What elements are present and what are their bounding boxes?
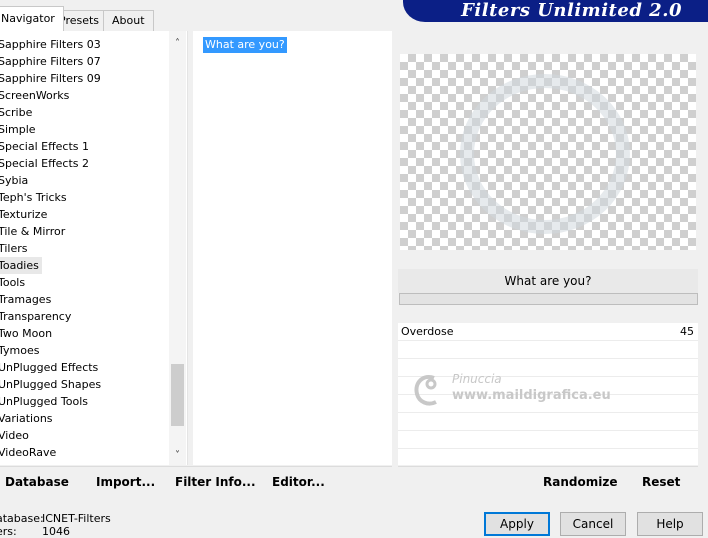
database-button[interactable]: Database — [5, 475, 69, 489]
category-list-item[interactable]: Variations — [0, 410, 168, 427]
preview-image — [400, 54, 696, 250]
scroll-thumb[interactable] — [171, 364, 184, 426]
filters-count-label: ers: — [0, 525, 17, 538]
tab-about[interactable]: About — [103, 10, 154, 31]
param-row-empty — [398, 431, 698, 449]
database-label: atabase: — [0, 512, 44, 525]
category-list-item[interactable]: Tilers — [0, 240, 168, 257]
param-label: Overdose — [401, 325, 454, 338]
database-value: ICNET-Filters — [42, 512, 111, 525]
category-list-item[interactable]: Simple — [0, 121, 168, 138]
category-list-item[interactable]: Toadies — [0, 257, 42, 274]
randomize-button[interactable]: Randomize — [543, 475, 617, 489]
category-list[interactable]: Sapphire Filters 03 Sapphire Filters 07 Sa… — [0, 31, 188, 465]
reset-button[interactable]: Reset — [642, 475, 680, 489]
category-list-item[interactable]: Texturize — [0, 206, 168, 223]
filter-progress-bar — [399, 293, 698, 305]
category-list-item[interactable]: Sybia — [0, 172, 168, 189]
param-row-overdose[interactable]: Overdose 45 — [398, 323, 698, 341]
preview-toolbar: Randomize Reset — [398, 466, 698, 495]
category-list-item[interactable]: Tymoes — [0, 342, 168, 359]
category-list-item[interactable]: Scribe — [0, 104, 168, 121]
category-list-scrollbar[interactable]: ˄ ˅ — [169, 31, 186, 465]
category-list-item[interactable]: Teph's Tricks — [0, 189, 168, 206]
filter-name-area: What are you? — [398, 269, 698, 293]
preview-content — [460, 74, 630, 234]
category-list-item[interactable]: UnPlugged Shapes — [0, 376, 168, 393]
param-row-empty — [398, 449, 698, 467]
cancel-button[interactable]: Cancel — [560, 512, 626, 536]
param-value: 45 — [680, 325, 694, 338]
filter-list[interactable]: What are you? — [193, 31, 392, 465]
watermark-title: Pinuccia — [452, 372, 502, 386]
category-list-item[interactable]: Sapphire Filters 03 — [0, 36, 168, 53]
navigator-toolbar: Database Import... Filter Info... Editor… — [0, 466, 392, 495]
banner-title: Filters Unlimited 2.0 — [461, 0, 682, 21]
filter-list-item-selected[interactable]: What are you? — [203, 37, 287, 53]
category-list-item[interactable]: Sapphire Filters 07 — [0, 53, 168, 70]
tab-presets-label: Presets — [59, 14, 100, 27]
tab-navigator[interactable]: Navigator — [0, 6, 64, 31]
watermark-logo-icon — [414, 375, 437, 406]
tab-navigator-label: Navigator — [1, 12, 55, 25]
category-list-item[interactable]: Special Effects 2 — [0, 155, 168, 172]
filter-info-button[interactable]: Filter Info... — [175, 475, 256, 489]
param-row-empty — [398, 341, 698, 359]
category-list-item[interactable]: Two Moon — [0, 325, 168, 342]
category-list-item[interactable]: Video — [0, 427, 168, 444]
category-list-item[interactable]: Tools — [0, 274, 168, 291]
help-button[interactable]: Help — [637, 512, 703, 536]
category-list-item[interactable]: VideoRave — [0, 444, 168, 461]
category-list-item[interactable]: UnPlugged Effects — [0, 359, 168, 376]
filters-count-value: 1046 — [42, 525, 70, 538]
import-button[interactable]: Import... — [96, 475, 155, 489]
category-list-item[interactable]: Sapphire Filters 09 — [0, 70, 168, 87]
scroll-up-icon[interactable]: ˄ — [169, 35, 186, 52]
category-list-item[interactable]: ScreenWorks — [0, 87, 168, 104]
category-list-item[interactable]: UnPlugged Tools — [0, 393, 168, 410]
watermark: Pinuccia www.maildigrafica.eu — [412, 370, 622, 416]
category-list-item[interactable]: Special Effects 1 — [0, 138, 168, 155]
tab-about-label: About — [112, 14, 145, 27]
category-list-item[interactable]: Tramages — [0, 291, 168, 308]
watermark-url: www.maildigrafica.eu — [452, 388, 611, 403]
category-list-item[interactable]: Transparency — [0, 308, 168, 325]
header-banner: Filters Unlimited 2.0 — [403, 0, 708, 22]
category-list-item[interactable]: Tile & Mirror — [0, 223, 168, 240]
editor-button[interactable]: Editor... — [272, 475, 325, 489]
filter-name-label: What are you? — [504, 274, 592, 288]
apply-button[interactable]: Apply — [484, 512, 550, 536]
scroll-down-icon[interactable]: ˅ — [169, 447, 186, 464]
